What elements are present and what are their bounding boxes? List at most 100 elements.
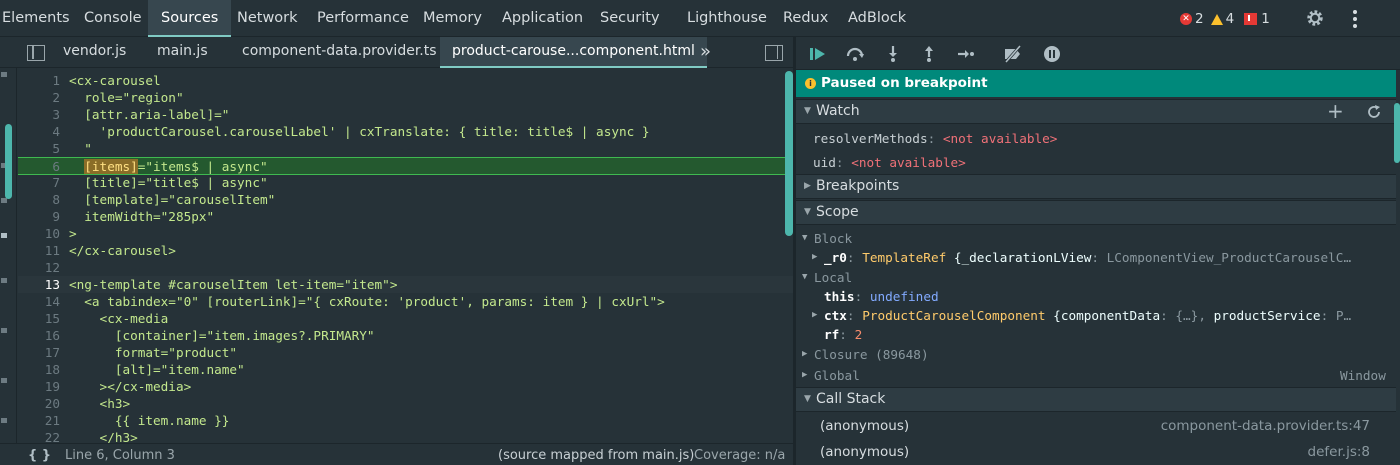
code-line[interactable]: 13 <ng-template #carouselItem let-item="i…: [18, 276, 793, 293]
step-into-icon[interactable]: [883, 44, 903, 64]
scope-variable[interactable]: ▶ ctx: ProductCarouselComponent {componen…: [796, 306, 1396, 325]
code-line[interactable]: 14 <a tabindex="0" [routerLink]="{ cxRou…: [18, 293, 793, 310]
tab-redux[interactable]: Redux: [783, 0, 828, 37]
tab-memory[interactable]: Memory: [423, 0, 482, 37]
scope-local-group[interactable]: ▼ Local: [796, 268, 1396, 287]
code-line[interactable]: 4 'productCarousel.carouselLabel' | cxTr…: [18, 123, 793, 140]
step-icon[interactable]: [956, 44, 976, 64]
deactivate-breakpoints-icon[interactable]: [1003, 44, 1023, 64]
tab-security[interactable]: Security: [600, 0, 660, 37]
code-line[interactable]: 12: [18, 259, 793, 276]
nav-item-marker[interactable]: [1, 328, 7, 333]
line-number[interactable]: 9: [18, 208, 60, 225]
code-line[interactable]: 10 >: [18, 225, 793, 242]
line-number[interactable]: 14: [18, 293, 60, 310]
line-number[interactable]: 6: [18, 158, 60, 175]
issue-counters[interactable]: ✕ 2 4 1: [1180, 9, 1270, 29]
tab-adblock[interactable]: AdBlock: [848, 0, 906, 37]
code-line[interactable]: 16 [container]="item.images?.PRIMARY": [18, 327, 793, 344]
resume-icon[interactable]: [808, 44, 828, 64]
breakpoints-section-header[interactable]: ▶ Breakpoints: [796, 174, 1396, 199]
file-tab-main-js[interactable]: main.js: [157, 37, 208, 68]
navigator-scrollbar[interactable]: [5, 124, 12, 199]
scope-variable[interactable]: rf: 2: [796, 325, 1396, 344]
line-number[interactable]: 16: [18, 327, 60, 344]
line-number[interactable]: 10: [18, 225, 60, 242]
tab-network[interactable]: Network: [237, 0, 298, 37]
watch-item[interactable]: resolverMethods: <not available>: [796, 129, 1396, 148]
add-watch-icon[interactable]: +: [1327, 100, 1344, 123]
code-editor[interactable]: 1 <cx-carousel 2 role="region" 3 [attr.aria…: [18, 68, 793, 443]
code-line[interactable]: 21 {{ item.name }}: [18, 412, 793, 429]
line-number[interactable]: 19: [18, 378, 60, 395]
debugger-scrollbar[interactable]: [1394, 103, 1400, 163]
code-line[interactable]: 22 </h3>: [18, 429, 793, 443]
pretty-print-braces-icon[interactable]: { }: [28, 448, 51, 463]
line-number[interactable]: 21: [18, 412, 60, 429]
frame-location[interactable]: component-data.provider.ts:47: [1161, 413, 1370, 439]
toggle-debugger-icon[interactable]: [765, 45, 783, 61]
line-number[interactable]: 18: [18, 361, 60, 378]
tab-lighthouse[interactable]: Lighthouse: [687, 0, 767, 37]
more-tabs-chevron-icon[interactable]: »: [700, 37, 711, 68]
line-number[interactable]: 22: [18, 429, 60, 443]
scope-global-group[interactable]: ▶ Global Window: [796, 366, 1396, 385]
settings-gear-icon[interactable]: [1305, 8, 1325, 28]
line-number[interactable]: 5: [18, 140, 60, 157]
callstack-section-header[interactable]: ▼ Call Stack: [796, 387, 1396, 412]
line-number[interactable]: 12: [18, 259, 60, 276]
line-number[interactable]: 4: [18, 123, 60, 140]
line-number[interactable]: 2: [18, 89, 60, 106]
tab-application[interactable]: Application: [502, 0, 583, 37]
tab-sources[interactable]: Sources: [148, 0, 232, 37]
line-number[interactable]: 8: [18, 191, 60, 208]
nav-item-marker[interactable]: [1, 198, 7, 203]
source-map-link[interactable]: (source mapped from main.js): [498, 448, 694, 463]
line-number[interactable]: 3: [18, 106, 60, 123]
code-line[interactable]: 7 [title]="title$ | async": [18, 174, 793, 191]
line-number[interactable]: 13: [18, 276, 60, 293]
tab-performance[interactable]: Performance: [317, 0, 409, 37]
step-out-icon[interactable]: [919, 44, 939, 64]
scope-variable[interactable]: this: undefined: [796, 287, 1396, 306]
scope-variable[interactable]: ▶ _r0: TemplateRef {_declarationLView: LC…: [796, 248, 1396, 267]
code-line[interactable]: 2 role="region": [18, 89, 793, 106]
pause-on-exceptions-icon[interactable]: [1042, 44, 1062, 64]
code-line[interactable]: 1 <cx-carousel: [18, 72, 793, 89]
line-number[interactable]: 1: [18, 72, 60, 89]
call-frame[interactable]: (anonymous) component-data.provider.ts:4…: [796, 413, 1396, 439]
line-number[interactable]: 15: [18, 310, 60, 327]
call-frame[interactable]: (anonymous) defer.js:8: [796, 439, 1396, 465]
nav-item-marker[interactable]: [1, 233, 7, 238]
scope-block-group[interactable]: ▼ Block: [796, 229, 1396, 248]
code-line[interactable]: 3 [attr.aria-label]=": [18, 106, 793, 123]
watch-section-header[interactable]: ▼ Watch +: [796, 99, 1396, 124]
line-number[interactable]: 7: [18, 174, 60, 191]
code-line[interactable]: 8 [template]="carouselItem": [18, 191, 793, 208]
nav-item-marker[interactable]: [1, 418, 7, 423]
nav-item-marker[interactable]: [1, 278, 7, 283]
editor-scrollbar[interactable]: [785, 71, 793, 236]
tab-elements[interactable]: Elements: [2, 0, 70, 37]
line-number[interactable]: 17: [18, 344, 60, 361]
code-line[interactable]: 15 <cx-media: [18, 310, 793, 327]
more-options-icon[interactable]: [1351, 9, 1359, 29]
scope-section-header[interactable]: ▼ Scope: [796, 200, 1396, 225]
line-number[interactable]: 11: [18, 242, 60, 259]
file-tab-product-carousel-html[interactable]: product-carouse...component.html: [440, 37, 707, 68]
line-number[interactable]: 20: [18, 395, 60, 412]
code-line[interactable]: 9 itemWidth="285px": [18, 208, 793, 225]
file-tab-vendor-js[interactable]: vendor.js: [63, 37, 126, 68]
code-line[interactable]: 17 format="product": [18, 344, 793, 361]
nav-item-marker[interactable]: [1, 72, 7, 77]
code-line[interactable]: 18 [alt]="item.name": [18, 361, 793, 378]
frame-location[interactable]: defer.js:8: [1308, 439, 1370, 465]
code-line[interactable]: 11 </cx-carousel>: [18, 242, 793, 259]
file-tab-component-data-provider[interactable]: component-data.provider.ts: [242, 37, 437, 68]
code-line[interactable]: 20 <h3>: [18, 395, 793, 412]
watch-item[interactable]: uid: <not available>: [796, 153, 1396, 172]
toggle-navigator-icon[interactable]: [27, 45, 45, 61]
nav-item-marker[interactable]: [1, 378, 7, 383]
execution-line[interactable]: 6 [items]="items$ | async": [18, 157, 793, 175]
scope-closure-group[interactable]: ▶ Closure (89648): [796, 345, 1396, 364]
